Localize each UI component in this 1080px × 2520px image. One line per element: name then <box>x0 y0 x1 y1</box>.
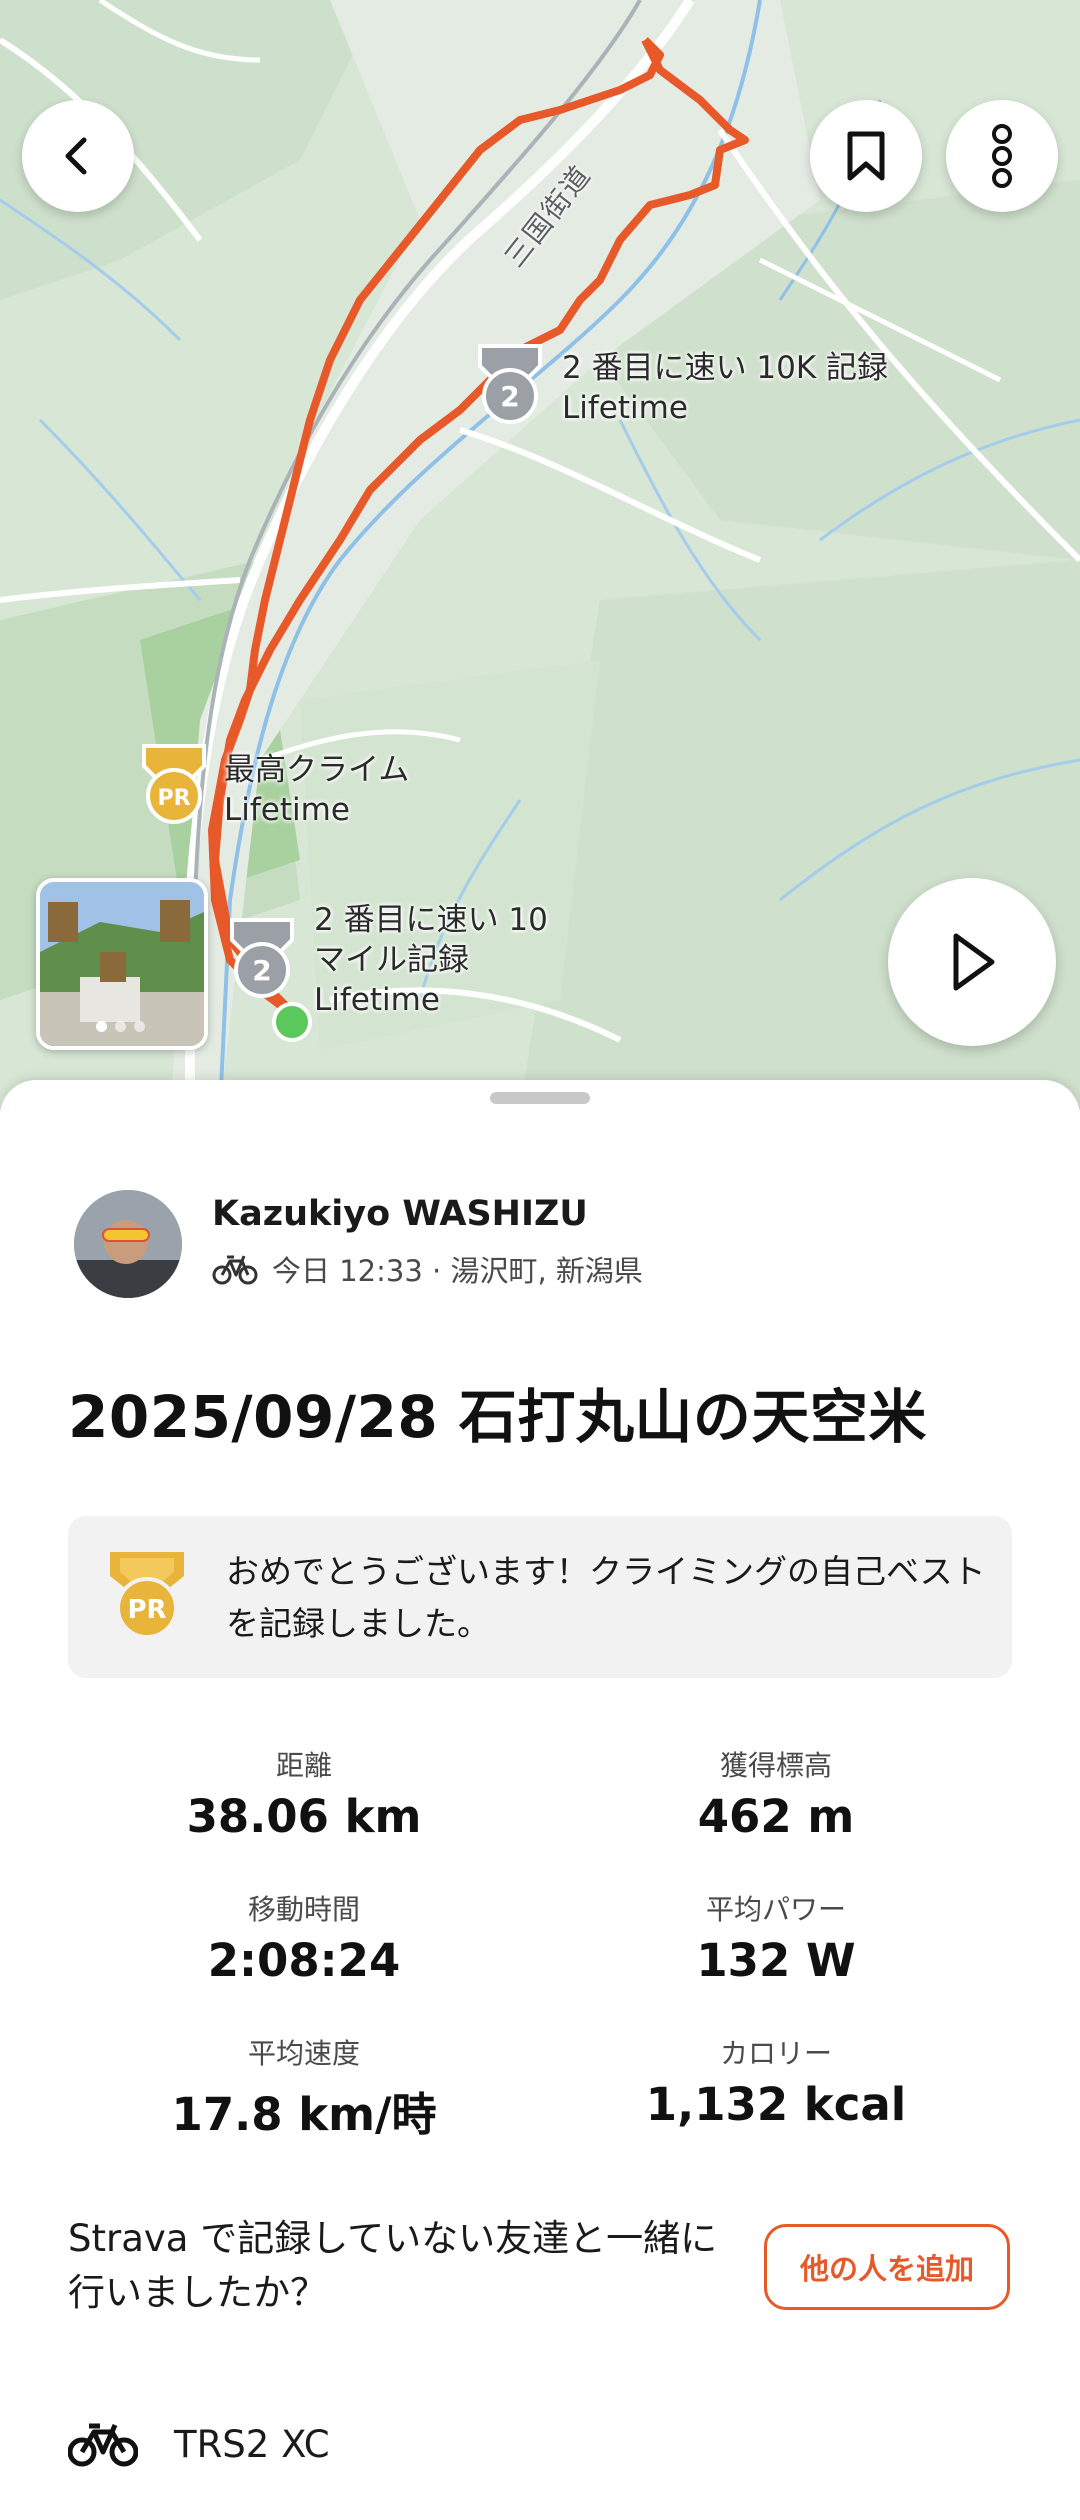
pr-banner-text: おめでとうございます！クライミングの自己ベストを記録しました。 <box>226 1552 986 1643</box>
stat-label: 獲得標高 <box>719 1749 832 1782</box>
route-map[interactable]: 三国街道 2 2 番目に速い 10K 記録 Lifetime PR 最高クライム… <box>0 0 1080 1110</box>
photo-thumbnail[interactable] <box>36 878 208 1050</box>
avatar[interactable] <box>74 1190 182 1298</box>
stat-distance: 距離 38.06 km <box>104 1744 504 1843</box>
stat-avg-speed: 平均速度 17.8 km/時 <box>104 2032 504 2143</box>
save-button[interactable] <box>810 100 922 212</box>
back-button[interactable] <box>22 100 134 212</box>
stat-value: 38.06 km <box>186 1790 422 1843</box>
stat-elevation: 獲得標高 462 m <box>576 1744 976 1843</box>
play-icon <box>953 933 995 991</box>
pr-medal-icon[interactable]: PR <box>136 742 212 826</box>
svg-text:PR: PR <box>157 786 190 811</box>
stat-avg-power: 平均パワー 132 W <box>576 1888 976 1987</box>
svg-text:2: 2 <box>252 954 271 987</box>
activity-title: 2025/09/28 石打丸山の天空米 <box>68 1383 927 1451</box>
gear-row[interactable]: TRS2 XC <box>68 2420 330 2468</box>
chevron-left-icon <box>65 137 87 175</box>
add-others-button[interactable]: 他の人を追加 <box>764 2224 1010 2310</box>
bookmark-icon <box>847 131 885 181</box>
pr-medal-icon: PR <box>110 1552 184 1639</box>
bike-icon <box>68 2423 138 2467</box>
bike-icon <box>212 1255 258 1285</box>
activity-meta: 今日 12:33 · 湯沢町, 新潟県 <box>212 1248 643 1290</box>
gear-name: TRS2 XC <box>174 2422 330 2466</box>
stat-label: 距離 <box>275 1749 332 1782</box>
stat-value: 2:08:24 <box>207 1934 401 1987</box>
silver-medal-icon[interactable]: 2 <box>472 342 548 426</box>
stat-label: 平均速度 <box>247 2037 360 2070</box>
stat-value: 132 W <box>696 1934 856 1987</box>
activity-detail-sheet: Kazukiyo WASHIZU 今日 12:33 · 湯沢町, 新潟県 202… <box>0 1080 1080 2520</box>
stat-moving-time: 移動時間 2:08:24 <box>104 1888 504 1987</box>
add-friends-prompt: Strava で記録していない友達と一緒に行いましたか？ <box>68 2217 718 2314</box>
achievement-label: 最高クライム Lifetime <box>224 752 410 828</box>
stat-calories: カロリー 1,132 kcal <box>576 2032 976 2131</box>
stat-value: 17.8 km/時 <box>171 2088 437 2141</box>
stat-label: カロリー <box>719 2037 832 2070</box>
more-options-button[interactable] <box>946 100 1058 212</box>
stat-label: 移動時間 <box>247 1893 360 1926</box>
achievement-label: 2 番目に速い 10K 記録 Lifetime <box>562 350 889 426</box>
activity-time-location: 今日 12:33 · 湯沢町, 新潟県 <box>272 1254 643 1288</box>
athlete-name[interactable]: Kazukiyo WASHIZU <box>212 1194 588 1234</box>
achievement-label: 2 番目に速い 10 マイル記録 Lifetime <box>314 902 548 1018</box>
more-vertical-icon <box>992 124 1012 188</box>
stat-value: 1,132 kcal <box>645 2078 907 2131</box>
stat-label: 平均パワー <box>705 1893 846 1926</box>
sheet-drag-handle[interactable] <box>490 1092 590 1104</box>
avatar-image <box>74 1190 182 1298</box>
carousel-dots <box>96 1021 145 1032</box>
pr-banner[interactable]: PR おめでとうございます！クライミングの自己ベストを記録しました。 <box>68 1516 1012 1678</box>
svg-text:2: 2 <box>500 380 519 413</box>
svg-text:PR: PR <box>127 1595 166 1625</box>
stat-value: 462 m <box>697 1790 855 1843</box>
flyover-play-button[interactable] <box>888 878 1056 1046</box>
silver-medal-icon[interactable]: 2 <box>224 916 300 1000</box>
start-marker <box>272 1002 312 1042</box>
